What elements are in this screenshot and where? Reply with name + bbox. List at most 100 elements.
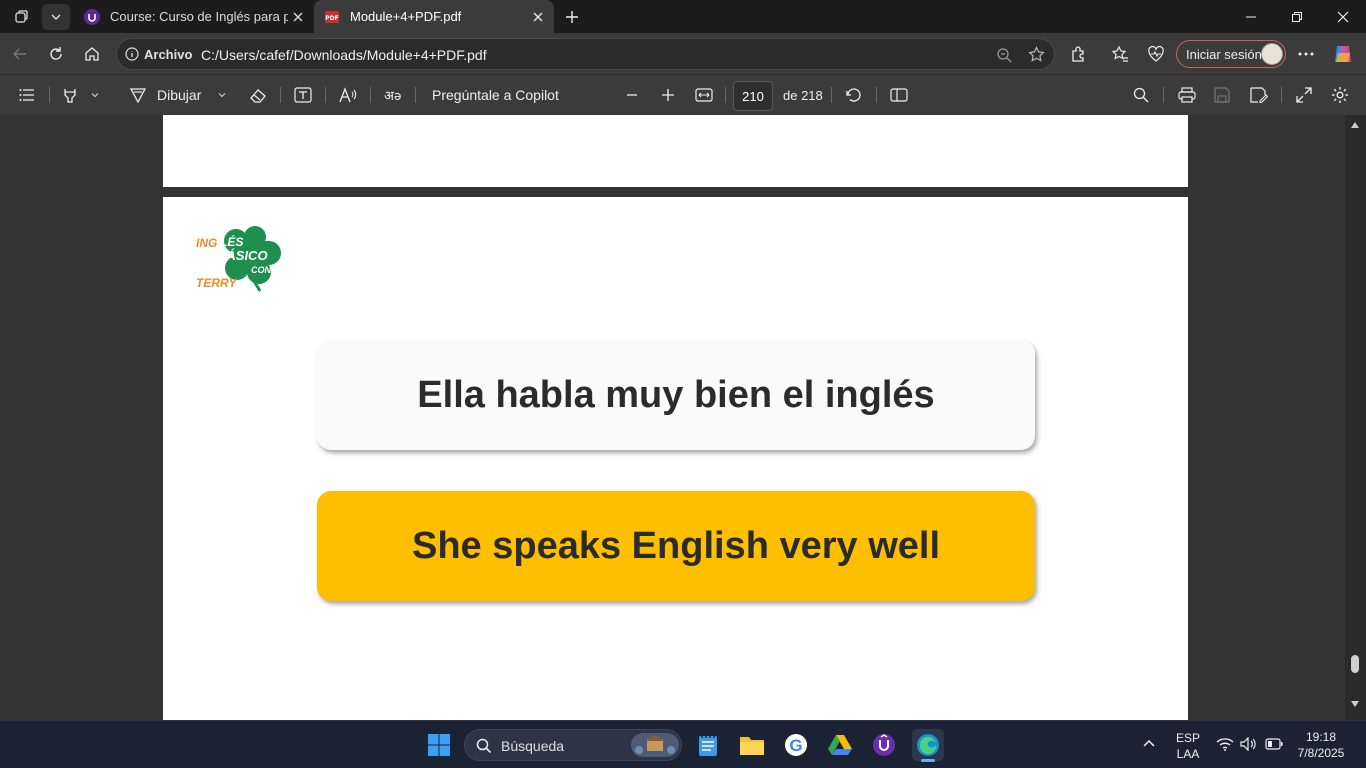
scroll-thumb[interactable] [1351,655,1359,673]
input-language-top[interactable]: ESP [1172,731,1204,745]
edge-browser-icon[interactable] [912,729,944,762]
separator [831,87,832,103]
draw-label[interactable]: Dibujar [157,84,201,106]
back-icon[interactable] [7,41,33,67]
vertical-scrollbar[interactable] [1345,115,1366,720]
pdf-page-current: ING LÉS BÁSICO CON TERRY Ella habla muy … [163,197,1188,720]
scheme-label: Archivo [144,47,193,62]
favorites-icon[interactable] [1107,41,1133,67]
google-chrome-icon[interactable]: G [780,729,812,761]
signin-button[interactable]: Iniciar sesión [1176,40,1286,68]
workspaces-icon[interactable] [8,4,36,30]
new-tab-icon[interactable] [558,4,586,30]
scroll-down-arrow-icon[interactable] [1350,700,1360,708]
volume-icon[interactable] [1240,737,1258,751]
highlight-icon[interactable] [60,84,80,106]
avatar [1261,43,1283,65]
settings-gear-icon[interactable] [1330,84,1350,106]
address-bar[interactable]: Archivo C:/Users/cafef/Downloads/Module+… [116,38,1055,70]
logo-text-con: CON [251,265,272,275]
logo-text-basico: BÁSICO [217,248,268,263]
search-placeholder: Búsqueda [501,738,565,754]
signin-label: Iniciar sesión [1186,46,1262,62]
separator [280,87,281,103]
svg-text:G: G [789,736,802,755]
file-explorer-icon[interactable] [736,729,768,761]
url-text[interactable]: C:/Users/cafef/Downloads/Module+4+PDF.pd… [201,47,487,63]
pdf-toolbar: Dibujar अə Pregúntale a Copilot 210 de 2… [0,74,1366,115]
zoom-in-icon[interactable] [658,84,678,106]
browser-essentials-icon[interactable] [1143,41,1169,67]
logo-text-ingles: ING [196,236,217,250]
ingles-basico-terry-logo: ING LÉS BÁSICO CON TERRY [195,223,287,293]
print-icon[interactable] [1177,84,1197,106]
wifi-icon[interactable] [1216,737,1234,751]
spanish-sentence: Ella habla muy bien el inglés [417,373,935,416]
separator [415,87,416,103]
save-icon[interactable] [1212,84,1232,106]
restore-icon[interactable] [1274,0,1320,33]
separator [1281,87,1282,103]
battery-icon[interactable] [1265,738,1283,750]
udemy-taskbar-icon[interactable] [868,729,900,761]
tab-pdf[interactable]: PDF Module+4+PDF.pdf [314,0,554,33]
read-aloud-icon[interactable] [338,84,360,106]
close-window-icon[interactable] [1320,0,1366,33]
notepad-icon[interactable] [692,729,724,761]
eraser-icon[interactable] [248,84,268,106]
scroll-up-arrow-icon[interactable] [1350,121,1360,129]
separator [49,87,50,103]
search-icon[interactable] [1131,84,1151,106]
extensions-icon[interactable] [1066,41,1092,67]
page-total: de 218 [783,87,823,103]
windows-taskbar: Búsqueda G ESP LAA 19:18 7/8/2025 [0,720,1366,768]
tab-actions-chevron-icon[interactable] [42,4,70,30]
copilot-ask-label[interactable]: Pregúntale a Copilot [432,84,559,106]
refresh-icon[interactable] [43,41,69,67]
separator [725,87,726,103]
minimize-icon[interactable] [1228,0,1274,33]
english-sentence-card: She speaks English very well [317,491,1035,601]
draw-dropdown-chevron-icon[interactable] [215,84,229,106]
tab-label: Module+4+PDF.pdf [350,9,462,24]
english-sentence: She speaks English very well [411,524,941,567]
udemy-icon [84,8,100,25]
draw-icon[interactable] [128,84,148,106]
google-drive-icon[interactable] [824,729,856,761]
clock-time[interactable]: 19:18 [1296,730,1346,744]
active-app-indicator [921,759,935,762]
more-menu-icon[interactable] [1293,41,1319,67]
show-hidden-icons-chevron-icon[interactable] [1142,738,1156,748]
page-view-icon[interactable] [889,84,909,106]
copilot-icon[interactable] [1330,41,1356,67]
home-icon[interactable] [79,41,105,67]
separator [876,87,877,103]
contents-list-icon[interactable] [17,84,37,106]
zoom-out-icon[interactable] [622,84,642,106]
fullscreen-icon[interactable] [1294,84,1314,106]
translate-icon[interactable]: अə [383,84,405,106]
spanish-sentence-card: Ella habla muy bien el inglés [317,340,1035,450]
fit-to-width-icon[interactable] [694,84,714,106]
highlight-dropdown-chevron-icon[interactable] [88,84,102,106]
close-tab-icon[interactable] [288,7,308,27]
pdf-icon: PDF [324,9,340,25]
svg-text:LÉS: LÉS [220,234,243,249]
save-as-icon[interactable] [1249,84,1269,106]
clock-date[interactable]: 7/8/2025 [1290,746,1352,760]
close-tab-icon[interactable] [528,7,548,27]
zoom-out-icon[interactable] [996,47,1012,63]
search-icon [476,738,492,754]
info-icon[interactable] [125,47,139,61]
title-bar: Course: Curso de Inglés para prin PDF Mo… [0,0,1366,33]
windows-start-icon[interactable] [423,729,455,761]
rotate-icon[interactable] [844,84,864,106]
add-text-icon[interactable] [293,84,313,106]
page-number-input[interactable]: 210 [733,81,773,111]
taskbar-search-box[interactable]: Búsqueda [464,729,682,761]
input-language-bottom[interactable]: LAA [1172,747,1204,761]
pdf-viewer[interactable]: ING LÉS BÁSICO CON TERRY Ella habla muy … [0,115,1366,720]
separator [1163,87,1164,103]
favorite-star-icon[interactable] [1028,46,1045,63]
tab-course[interactable]: Course: Curso de Inglés para prin [74,0,314,33]
